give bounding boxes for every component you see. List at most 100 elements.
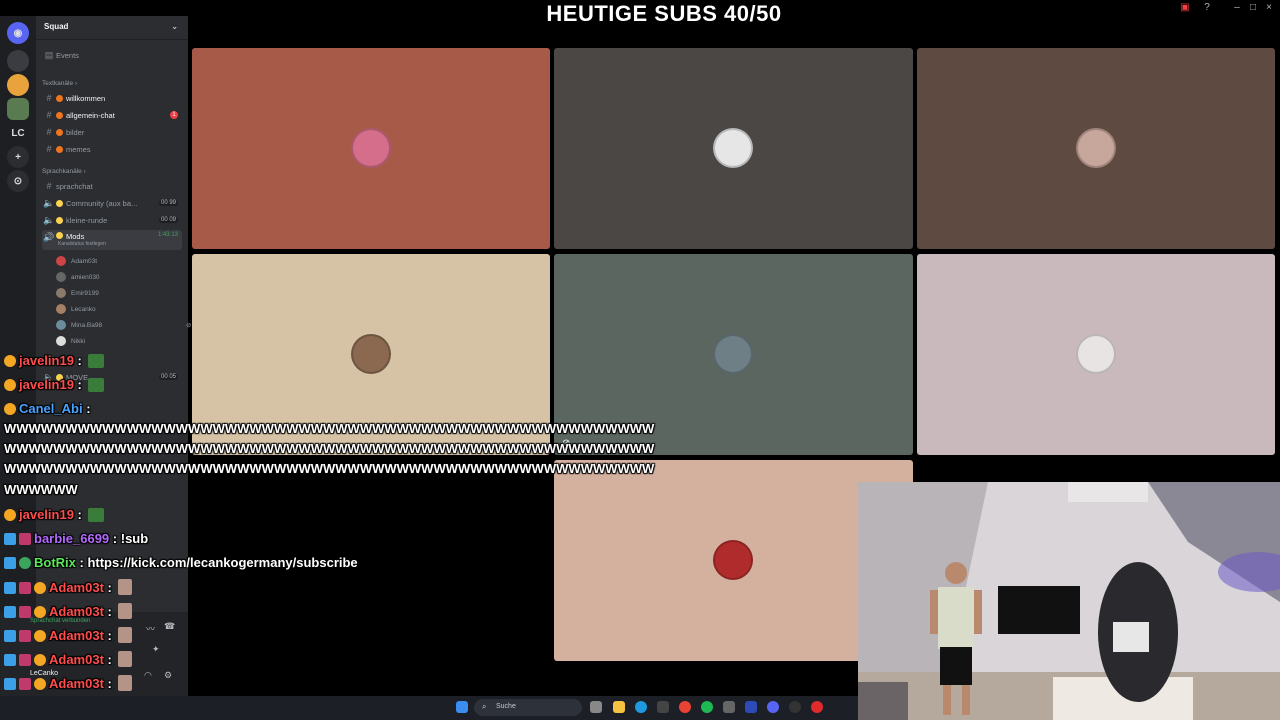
text-category[interactable]: Textkanäle › [42,76,182,90]
member-name: Adam03t [71,257,98,265]
user-count: 00 09 [158,217,178,223]
hash-icon: # [46,127,52,137]
disconnect-icon[interactable]: ☎ [164,621,175,632]
channel-label: MOVE [66,372,89,382]
webcam-scene [858,482,1280,720]
unread-badge: 1 [170,111,178,119]
channel-label: Community (aux ba... [66,198,138,208]
minimize-icon[interactable]: – [1230,2,1244,13]
voice-channel-community[interactable]: 🔈 Community (aux ba... 00 99 [42,196,182,210]
avatar [713,540,753,580]
mic-muted-icon: ⊘ [186,322,192,329]
voice-category[interactable]: Sprachkanäle › [42,164,182,178]
windows-taskbar: ⌕ Suche [0,696,858,720]
hash-icon: # [46,144,52,154]
text-category-label: Textkanäle [42,79,74,87]
speaker-icon: 🔈 [43,214,55,225]
server-icon[interactable] [7,74,29,96]
hash-icon: # [46,110,52,120]
taskbar-search[interactable]: ⌕ Suche [474,699,582,716]
member-name: Mina.Ba98 [71,321,103,329]
user-name: LeCanko [30,670,59,677]
member-name: Nikki [71,337,86,345]
channel-allgemein-chat[interactable]: # allgemein-chat 1 [42,108,182,122]
server-rail: ◉ LC + ⊙ [0,16,36,696]
voice-member[interactable]: Mina.Ba98 ⊘ [56,318,191,332]
headset-icon[interactable]: ◠ [144,670,152,681]
speaker-icon: 🔈 [43,371,55,382]
avatar [351,334,391,374]
avatar [56,304,66,314]
discord-home-icon[interactable]: ◉ [7,22,29,44]
activity-icon[interactable]: ✦ [152,644,160,655]
server-name: Squad [44,22,69,31]
task-view-icon[interactable] [590,701,602,713]
avatar [1076,334,1116,374]
video-tile[interactable]: ⊘ [192,254,568,455]
voice-connected-status: Sprachchat verbunden [30,618,91,624]
app-icon[interactable] [745,701,757,713]
channel-willkommen[interactable]: # willkommen [42,91,182,105]
channel-sidebar: Squad ⌄ ▤ Events Textkanäle › # willkomm… [36,16,191,696]
channel-bilder[interactable]: # bilder [42,125,182,139]
edge-icon[interactable] [635,701,647,713]
windows-start-icon[interactable] [456,701,468,713]
video-tile[interactable] [192,48,550,249]
server-lc[interactable]: LC [7,122,29,144]
voice-channel-kleine-runde[interactable]: 🔈 kleine-runde 00 09 [42,213,182,227]
app-icon[interactable] [811,701,823,713]
obs-icon[interactable] [789,701,801,713]
channel-status[interactable]: Kanalstatus festlegen [58,241,106,247]
video-tile[interactable]: ⊘ [554,254,913,455]
calendar-icon: ▤ [44,49,54,60]
channel-memes[interactable]: # memes [42,142,182,156]
events-item[interactable]: ▤ Events [42,48,182,62]
discord-icon[interactable] [767,701,779,713]
member-name: Lecanko [71,305,96,313]
add-server-icon[interactable]: + [7,146,29,168]
avatar [351,128,391,168]
member-name: Emir9199 [71,289,99,297]
channel-label: sprachchat [56,181,93,191]
channel-label: allgemein-chat [66,110,115,120]
voice-category-label: Sprachkanäle [42,167,82,175]
search-placeholder: Suche [496,703,516,710]
hash-icon: # [46,93,52,103]
app-icon[interactable] [723,701,735,713]
server-lc-label: LC [11,127,25,139]
discover-icon[interactable]: ⊙ [7,170,29,192]
close-icon[interactable]: × [1262,2,1276,13]
maximize-icon[interactable]: □ [1246,2,1260,13]
user-panel: Sprachchat verbunden 〰 ☎ ✦ LeCanko ◠ ⚙ [0,612,188,696]
voice-member[interactable]: Emir9199 [56,286,99,300]
inbox-icon[interactable]: ▣ [1178,2,1192,13]
avatar [1076,128,1116,168]
noise-suppression-icon[interactable]: 〰 [146,622,155,635]
settings-gear-icon[interactable]: ⚙ [164,670,172,681]
video-tile[interactable] [917,254,1275,455]
voice-channel-mods[interactable]: 🔊 Mods 1:43:13 Kanalstatus festlegen [42,230,182,250]
help-icon[interactable]: ? [1200,2,1214,13]
video-tile[interactable] [917,48,1275,249]
voice-member[interactable]: amien030 [56,270,100,284]
events-label: Events [56,50,79,60]
voice-channel-move[interactable]: 🔈 MOVE 00 05 [42,370,182,384]
search-icon: ⌕ [482,702,487,711]
voice-member[interactable]: Nikki [56,334,85,348]
stream-screen: ◉ LC + ⊙ Squad ⌄ ▤ Events Textkanäle › #… [0,0,1280,720]
channel-label: Mods [66,232,85,241]
file-explorer-icon[interactable] [613,701,625,713]
subs-goal-title: HEUTIGE SUBS 40/50 [546,1,782,26]
channel-sprachchat[interactable]: # sprachchat [42,179,182,193]
server-icon[interactable] [7,50,29,72]
voice-member[interactable]: Adam03t [56,254,97,268]
app-icon[interactable] [657,701,669,713]
voice-member[interactable]: Lecanko [56,302,96,316]
speaker-icon: 🔊 [43,232,55,242]
spotify-icon[interactable] [701,701,713,713]
server-icon-squad[interactable] [7,98,29,120]
avatar [713,128,753,168]
server-header[interactable]: Squad ⌄ [36,16,188,40]
chrome-icon[interactable] [679,701,691,713]
video-tile[interactable] [554,48,913,249]
